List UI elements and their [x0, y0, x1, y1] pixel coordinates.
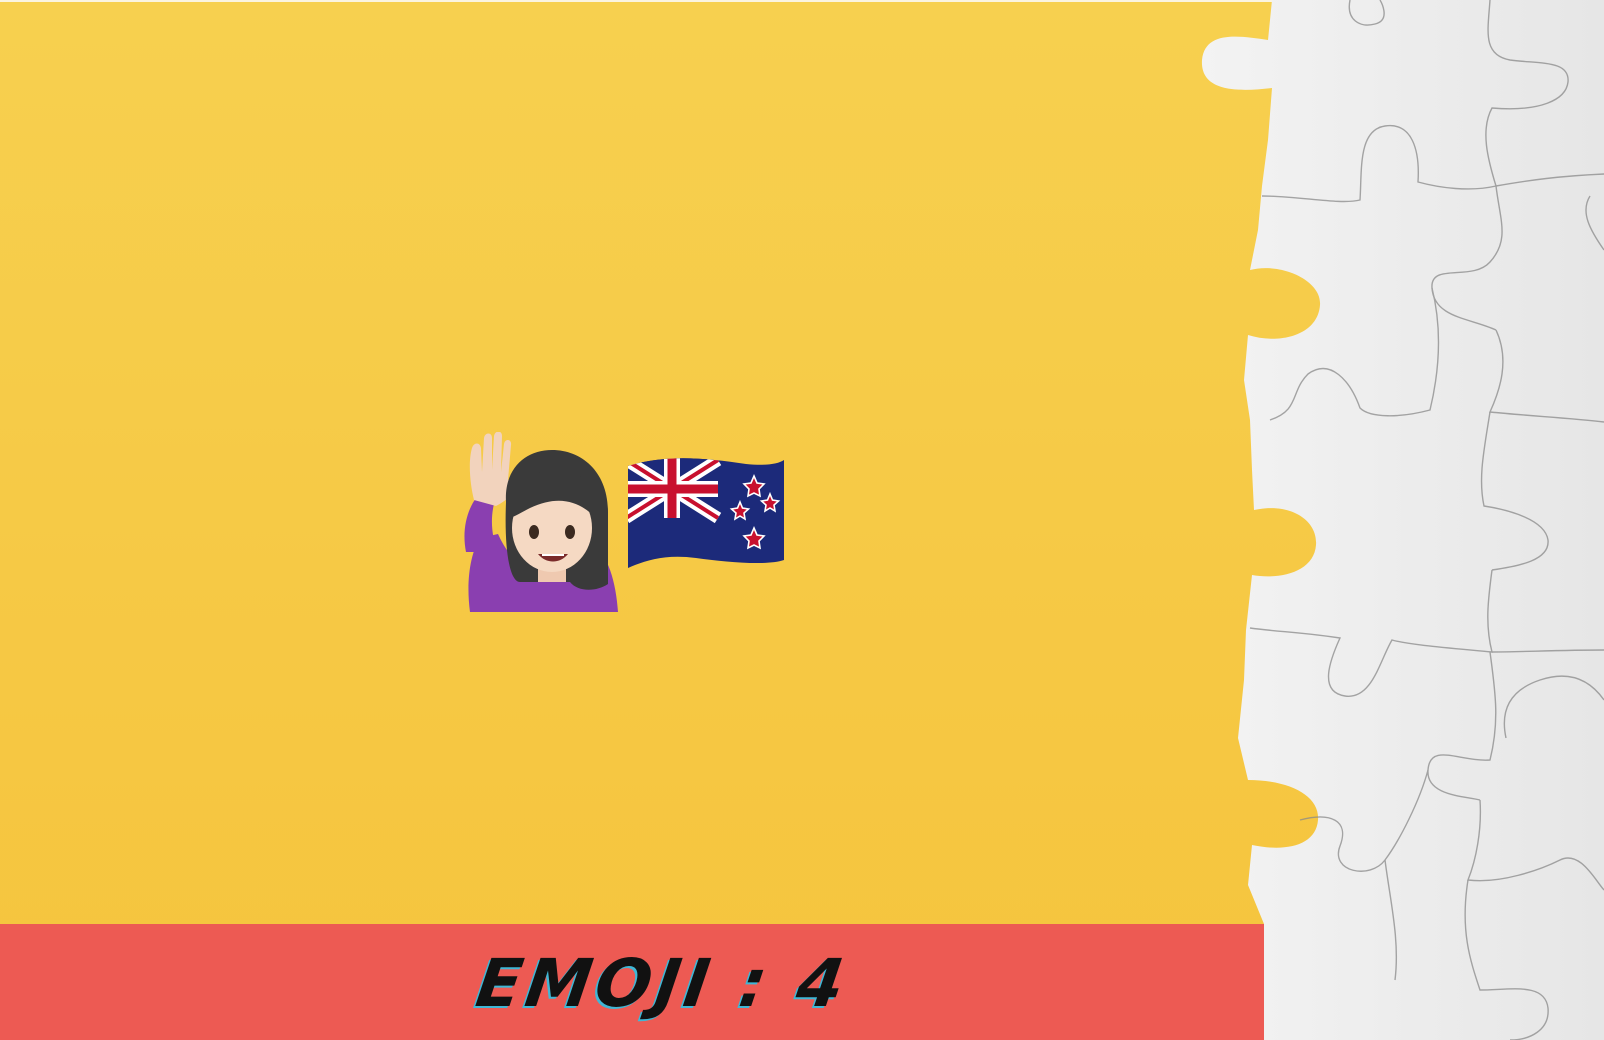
emoji-row	[460, 432, 810, 612]
new-zealand-flag-icon	[628, 458, 784, 568]
emoji-count-label: EMOJI : 4	[471, 945, 853, 1022]
woman-raising-hand-icon	[464, 432, 618, 612]
